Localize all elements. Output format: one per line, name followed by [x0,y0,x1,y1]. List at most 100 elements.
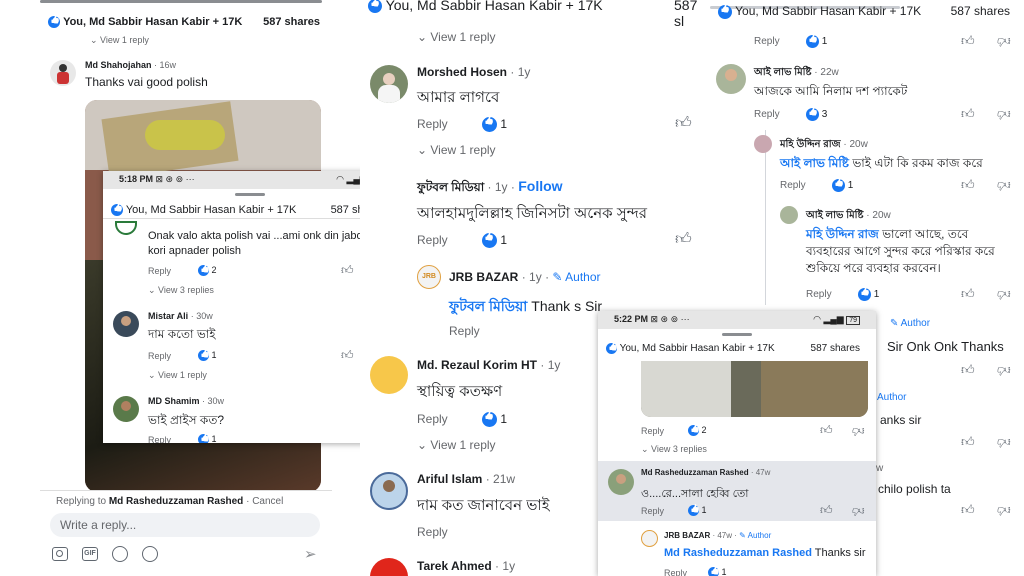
reaction-count[interactable]: 1 [482,117,507,133]
shares-count[interactable]: 587 shares [263,16,320,28]
like-button[interactable]: 👍︎ [341,348,354,363]
reactions-summary[interactable]: You, Md Sabbir Hasan Kabir + 17K [620,343,775,354]
shares-count[interactable]: 587 sl [674,0,708,29]
view-replies-link[interactable]: ⌄ View 3 replies [148,285,214,296]
like-button[interactable]: 👍︎ [961,286,975,302]
jrb-logo-avatar[interactable]: JRB [417,265,441,289]
send-icon[interactable]: ➢ [304,545,317,563]
like-button[interactable]: 👍︎ [961,502,975,518]
reaction-count[interactable]: 3 [806,108,827,121]
reaction-count[interactable]: 1 [858,288,879,301]
reply-link[interactable]: Reply [417,412,448,426]
comment-author[interactable]: Morshed Hosen [417,65,507,79]
reactions-summary[interactable]: You, Md Sabbir Hasan Kabir + 17K [735,4,921,18]
comment-author[interactable]: Md Rasheduzzaman Rashed [641,468,749,477]
reply-link[interactable]: Reply [754,109,780,120]
avatar[interactable] [370,558,408,576]
view-replies-link[interactable]: ⌄ View 1 reply [417,30,496,44]
reaction-count[interactable]: 1 [688,505,707,517]
mention-link[interactable]: মহি উদ্দিন রাজ [806,227,879,241]
avatar[interactable] [370,356,408,394]
reaction-count[interactable]: 2 [688,425,707,437]
reaction-count[interactable]: 2 [198,265,217,277]
view-replies-link[interactable]: ⌄ View 1 reply [90,35,149,46]
comment-author[interactable]: ফুটবল মিডিয়া [417,180,484,194]
reply-link[interactable]: Reply [754,36,780,47]
sticker-icon[interactable] [142,546,158,562]
mention-link[interactable]: আই লাভ মিষ্টি [780,156,849,170]
emoji-icon[interactable] [112,546,128,562]
comment-photo[interactable] [641,361,868,417]
reaction-count[interactable]: 1 [482,412,507,428]
reactions-summary[interactable]: You, Md Sabbir Hasan Kabir + 17K [126,204,297,216]
reply-link[interactable]: Reply [148,266,171,276]
avatar[interactable] [754,135,772,153]
avatar[interactable] [370,65,408,103]
avatar[interactable] [113,396,139,422]
reaction-count[interactable]: 1 [198,350,217,362]
reactions-summary[interactable]: You, Md Sabbir Hasan Kabir + 17K [63,16,242,28]
avatar[interactable] [716,64,746,94]
dislike-button[interactable]: 👍︎ [997,286,1011,302]
dislike-button[interactable]: 👍︎ [852,503,865,518]
like-button[interactable]: 👍︎ [341,263,354,278]
shares-count[interactable]: 587 shares [811,343,860,354]
comment-author[interactable]: মহি উদ্দিন রাজ [780,139,841,150]
like-button[interactable]: 👍︎ [675,230,692,249]
like-button[interactable]: 👍︎ [820,503,833,518]
reply-link[interactable]: Reply [417,525,448,539]
avatar[interactable] [113,311,139,337]
comment-author[interactable]: আই লাভ মিষ্টি [754,67,812,78]
reactions-summary[interactable]: You, Md Sabbir Hasan Kabir + 17K [386,0,603,13]
dislike-button[interactable]: 👍︎ [997,434,1011,450]
mention-link[interactable]: ফুটবল মিডিয়া [449,298,527,314]
dislike-button[interactable]: 👍︎ [852,423,865,438]
reply-link[interactable]: Reply [417,117,448,131]
like-button[interactable]: 👍︎ [961,106,975,122]
reply-link[interactable]: Reply [641,506,664,516]
follow-button[interactable]: Follow [518,178,562,194]
reaction-count[interactable]: 1 [832,179,853,192]
gif-icon[interactable]: GIF [82,547,98,561]
shares-count[interactable]: 587 shares [951,4,1010,18]
mention-link[interactable]: Md Rasheduzzaman Rashed [664,547,812,559]
reply-link[interactable]: Reply [806,289,832,300]
reply-link[interactable]: Reply [148,435,171,443]
reply-link[interactable]: Reply [148,351,171,361]
dislike-button[interactable]: 👍︎ [997,362,1011,378]
comment-author[interactable]: Mistar Ali [148,311,188,321]
dislike-button[interactable]: 👍︎ [997,177,1011,193]
comment-author[interactable]: MD Shamim [148,396,200,406]
reply-link[interactable]: Reply [780,180,806,191]
like-button[interactable]: 👍︎ [961,177,975,193]
comment-author[interactable]: Tarek Ahmed [417,559,492,573]
reaction-count[interactable]: 1 [708,567,727,576]
reply-input[interactable]: Write a reply... [50,513,320,537]
reply-link[interactable]: Reply [641,426,664,436]
cancel-reply-link[interactable]: Cancel [252,496,283,507]
reply-link[interactable]: Reply [664,568,687,576]
comment-author[interactable]: JRB BAZAR [449,270,518,284]
view-replies-link[interactable]: ⌄ View 1 reply [417,143,496,157]
jrb-logo-avatar[interactable] [641,530,658,547]
drag-handle[interactable] [722,333,752,336]
comment-author[interactable]: আই লাভ মিষ্টি [806,210,864,221]
reply-link[interactable]: Reply [449,324,480,338]
avatar[interactable] [608,469,634,495]
like-button[interactable]: 👍︎ [961,33,975,49]
like-button[interactable]: 👍︎ [961,434,975,450]
view-replies-link[interactable]: ⌄ View 3 replies [641,444,707,455]
like-button[interactable]: 👍︎ [961,362,975,378]
view-replies-link[interactable]: ⌄ View 1 reply [417,438,496,452]
like-button[interactable]: 👍︎ [675,114,692,133]
comment-author[interactable]: Md. Rezaul Korim HT [417,358,537,372]
camera-icon[interactable] [52,547,68,561]
drag-handle[interactable] [235,193,265,196]
reaction-count[interactable]: 1 [806,35,827,48]
comment-author[interactable]: Ariful Islam [417,472,482,486]
comment-author[interactable]: Md Shahojahan [85,60,152,70]
reaction-count[interactable]: 1 [482,233,507,249]
drag-handle[interactable] [40,0,322,3]
reply-link[interactable]: Reply [417,233,448,247]
reaction-count[interactable]: 1 [198,434,217,443]
